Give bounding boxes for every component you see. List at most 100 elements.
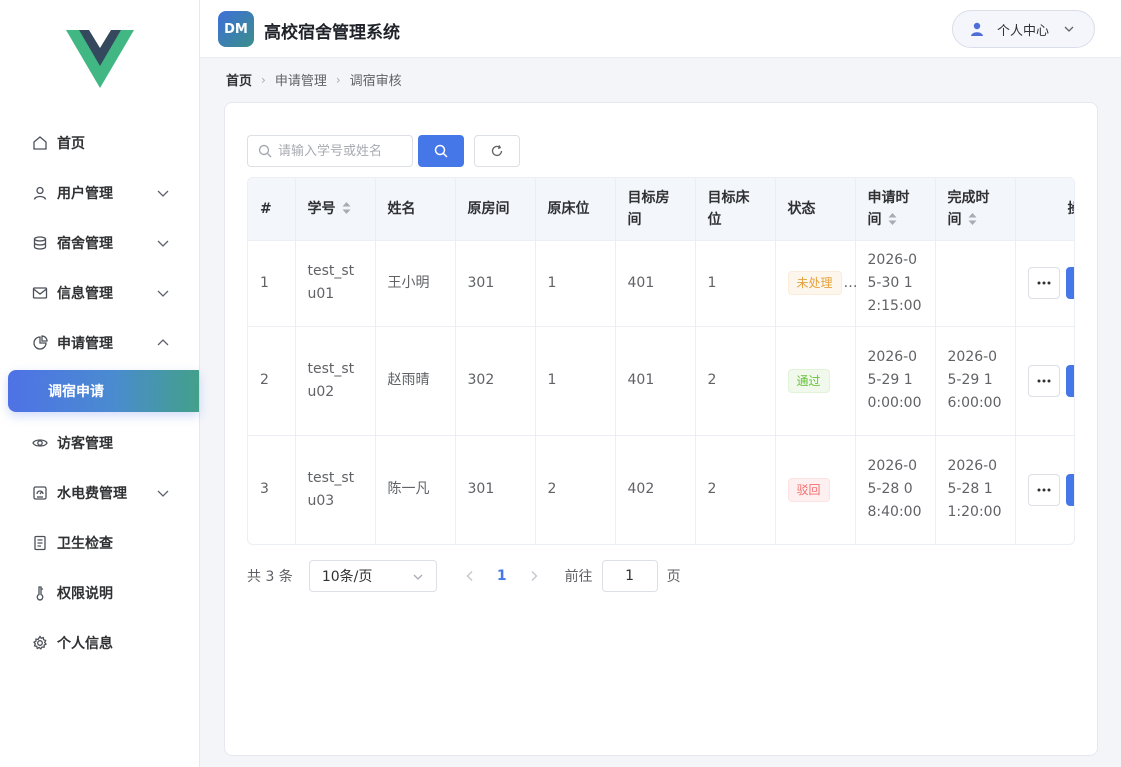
sidebar-item-home[interactable]: 首页 — [0, 118, 200, 168]
meter-icon — [33, 486, 47, 500]
column-header-finish-time[interactable]: 完成时间 — [935, 178, 1016, 241]
search-input[interactable] — [278, 143, 404, 159]
user-avatar-icon — [971, 22, 983, 36]
app-title: 高校宿舍管理系统 — [264, 23, 400, 43]
sidebar: 首页 用户管理 宿舍管理 信息管理 申请管理 访客管理 水电费管理 卫生检查 权… — [0, 0, 200, 767]
cell-to-room: 401 — [615, 326, 696, 436]
cell-to-room: 402 — [615, 435, 696, 544]
page-number-current[interactable]: 1 — [497, 568, 507, 584]
sidebar-item-label: 个人信息 — [57, 636, 113, 652]
cell-name: 赵雨晴 — [375, 326, 456, 436]
more-actions-button[interactable] — [1027, 267, 1060, 299]
cell-apply-time: 2026-05-29 10:00:00 — [855, 326, 936, 436]
page-size-select[interactable]: 10条/页 — [308, 560, 437, 592]
more-icon — [1037, 488, 1050, 491]
sort-icon[interactable] — [968, 212, 977, 226]
app-logo-badge: DM — [218, 11, 254, 47]
overflow-ellipsis: … — [843, 275, 858, 291]
column-header-apply-time[interactable]: 申请时间 — [855, 178, 936, 241]
sidebar-item-profile[interactable]: 个人信息 — [0, 618, 200, 668]
cell-name: 陈一凡 — [375, 435, 456, 544]
thermometer-icon — [36, 586, 44, 601]
column-header-index: # — [248, 178, 296, 241]
pie-chart-icon — [33, 335, 48, 350]
cell-from-room: 302 — [455, 326, 536, 436]
sidebar-item-label: 水电费管理 — [57, 486, 127, 502]
reset-button[interactable] — [474, 135, 520, 167]
cell-actions — [1015, 435, 1074, 544]
user-center-label: 个人中心 — [997, 23, 1050, 39]
cell-apply-time: 2026-05-30 12:15:00 — [855, 240, 936, 327]
more-icon — [1037, 379, 1050, 382]
search-button[interactable] — [418, 135, 464, 167]
cell-name: 王小明 — [375, 240, 456, 327]
breadcrumb-item: 申请管理 — [274, 74, 327, 89]
column-header-from-room: 原房间 — [455, 178, 536, 241]
sidebar-item-permissions[interactable]: 权限说明 — [0, 568, 200, 618]
sidebar-item-hygiene[interactable]: 卫生检查 — [0, 518, 200, 568]
column-header-student-id[interactable]: 学号 — [295, 178, 376, 241]
chevron-down-icon — [1064, 26, 1074, 32]
next-page-icon[interactable] — [527, 569, 541, 583]
content-card: # 学号 姓名 原房间 原床位 目标房间 目标床位 状态 申请时间 完成时间 操… — [224, 102, 1098, 756]
table-row: 2 test_stu02 赵雨晴 302 1 401 2 通过 2026-05-… — [248, 326, 1074, 436]
sidebar-item-info[interactable]: 信息管理 — [0, 268, 200, 318]
cell-index: 2 — [248, 326, 296, 436]
document-icon — [34, 535, 46, 551]
breadcrumb-current: 调宿审核 — [349, 74, 402, 89]
status-badge: 驳回 — [787, 477, 830, 502]
search-field[interactable] — [247, 135, 413, 167]
cell-finish-time — [935, 240, 1016, 327]
refresh-icon — [491, 145, 503, 157]
vue-logo — [66, 30, 134, 88]
user-icon — [33, 186, 47, 200]
cell-to-bed: 2 — [695, 435, 776, 544]
sort-icon[interactable] — [888, 212, 897, 226]
cell-status: 通过 — [775, 326, 856, 436]
chevron-down-icon — [157, 290, 169, 297]
goto-label: 前往 — [564, 569, 593, 585]
table-row: 1 test_stu01 王小明 301 1 401 1 未处理… 2026-0… — [248, 240, 1074, 327]
breadcrumb-separator-icon: › — [335, 72, 341, 87]
sidebar-item-visitors[interactable]: 访客管理 — [0, 418, 200, 468]
sidebar-item-label: 卫生检查 — [57, 536, 113, 552]
breadcrumb-separator-icon: › — [261, 72, 266, 87]
data-table: # 学号 姓名 原房间 原床位 目标房间 目标床位 状态 申请时间 完成时间 操… — [248, 178, 1074, 544]
cell-apply-time: 2026-05-28 08:40:00 — [855, 435, 936, 544]
goto-page-input[interactable] — [601, 560, 658, 592]
sort-icon[interactable] — [342, 201, 351, 215]
search-icon — [434, 144, 448, 158]
more-actions-button[interactable] — [1027, 473, 1060, 506]
prev-page-icon[interactable] — [463, 569, 477, 583]
sidebar-item-utilities[interactable]: 水电费管理 — [0, 468, 200, 518]
table-row: 3 test_stu03 陈一凡 301 2 402 2 驳回 2026-05-… — [248, 435, 1074, 544]
cell-student-id: test_stu03 — [295, 435, 376, 544]
cell-from-bed: 1 — [535, 240, 616, 327]
cell-from-room: 301 — [455, 435, 536, 544]
chevron-up-icon — [157, 339, 169, 346]
breadcrumb: 首页 › 申请管理 › 调宿审核 — [226, 70, 402, 90]
cell-status: 驳回 — [775, 435, 856, 544]
table-header-row: # 学号 姓名 原房间 原床位 目标房间 目标床位 状态 申请时间 完成时间 操… — [248, 178, 1074, 241]
sidebar-item-label: 信息管理 — [57, 286, 113, 302]
home-icon — [33, 136, 47, 150]
sidebar-item-applications[interactable]: 申请管理 — [0, 318, 200, 368]
cell-index: 1 — [248, 240, 296, 327]
review-button[interactable] — [1065, 364, 1074, 397]
pagination: 共 3 条 10条/页 1 前往 页 — [247, 560, 681, 592]
sidebar-item-users[interactable]: 用户管理 — [0, 168, 200, 218]
sidebar-item-dorms[interactable]: 宿舍管理 — [0, 218, 200, 268]
column-header-to-room: 目标房间 — [615, 178, 696, 241]
chevron-down-icon — [157, 490, 169, 497]
review-button[interactable] — [1065, 473, 1074, 506]
user-center-dropdown[interactable]: 个人中心 — [952, 10, 1095, 48]
more-icon — [1037, 281, 1050, 285]
breadcrumb-home[interactable]: 首页 — [226, 70, 252, 89]
more-actions-button[interactable] — [1027, 364, 1060, 397]
cell-index: 3 — [248, 435, 296, 544]
status-badge: 通过 — [787, 368, 830, 393]
cell-to-bed: 1 — [695, 240, 776, 327]
cell-actions — [1015, 240, 1074, 327]
sidebar-subitem-dorm-transfer[interactable]: 调宿申请 — [8, 370, 199, 412]
review-button[interactable] — [1065, 267, 1074, 299]
